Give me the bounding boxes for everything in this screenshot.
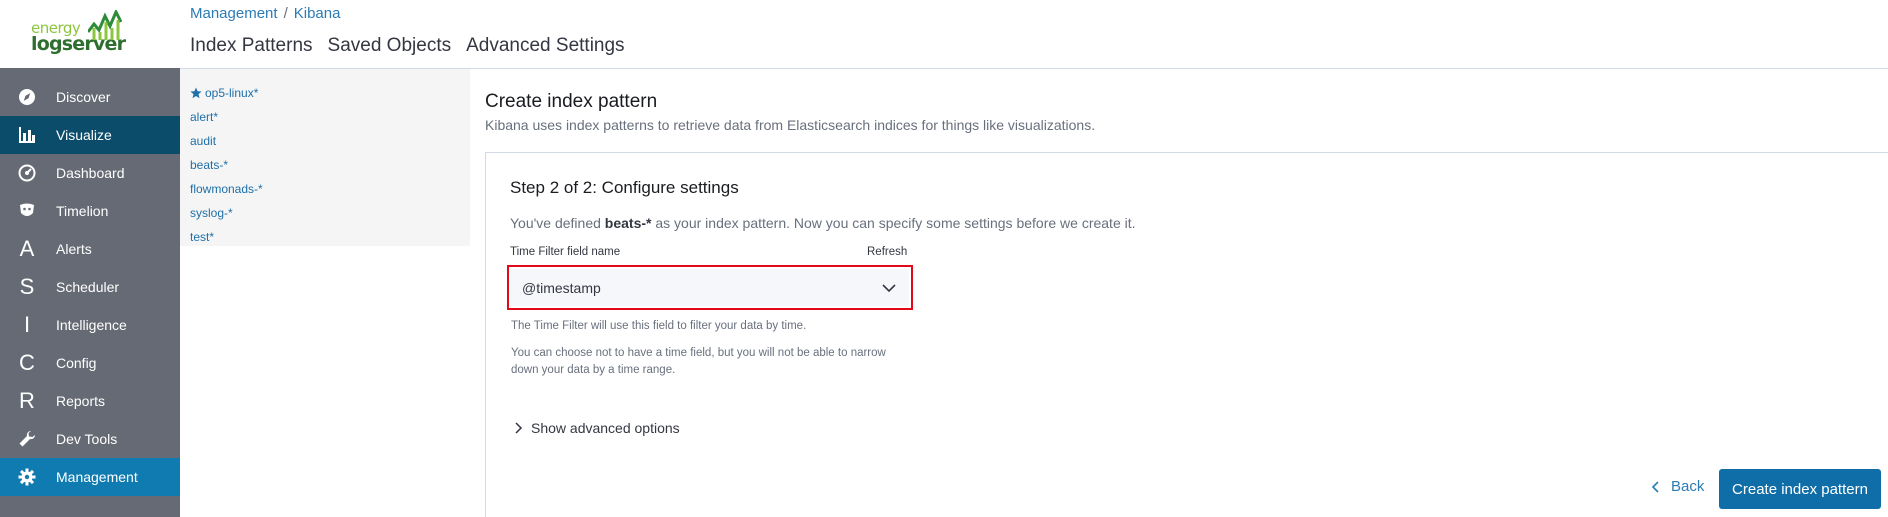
page-subtitle: Kibana uses index patterns to retrieve d…	[485, 117, 1096, 133]
sidebar-item-label: Discover	[56, 89, 111, 105]
back-button[interactable]: Back	[1649, 478, 1704, 495]
chevron-down-icon	[882, 284, 896, 293]
sidebar: energy logserver Discover Visualize Dash…	[0, 0, 180, 517]
step-description-suffix: as your index pattern. Now you can speci…	[651, 215, 1136, 231]
chevron-right-icon	[515, 422, 523, 434]
sidebar-item-label: Visualize	[56, 127, 112, 143]
index-pattern-label: alert*	[190, 110, 219, 124]
index-pattern-label: op5-linux*	[205, 86, 259, 100]
step-description-pattern: beats-*	[604, 215, 652, 231]
index-pattern-label: syslog-*	[190, 206, 233, 220]
config-letter-icon: C	[19, 350, 35, 375]
sidebar-item-label: Management	[56, 469, 138, 485]
sidebar-item-scheduler[interactable]: S Scheduler	[0, 268, 180, 306]
breadcrumb-kibana-link[interactable]: Kibana	[294, 5, 341, 22]
reports-letter-icon: R	[19, 388, 35, 413]
sidebar-item-label: Config	[56, 355, 97, 371]
sidebar-nav: Discover Visualize Dashboard Timelion A …	[0, 78, 180, 496]
index-pattern-item-test[interactable]: test*	[180, 225, 470, 249]
bar-chart-icon	[16, 124, 38, 146]
sidebar-item-intelligence[interactable]: I Intelligence	[0, 306, 180, 344]
sidebar-item-label: Timelion	[56, 203, 109, 219]
index-pattern-label: beats-*	[190, 158, 229, 172]
page-title: Create index pattern	[485, 91, 658, 112]
index-pattern-label: flowmonads-*	[190, 182, 263, 196]
index-pattern-item-audit[interactable]: audit	[180, 129, 470, 153]
refresh-link[interactable]: Refresh	[867, 246, 907, 258]
wrench-icon	[16, 428, 38, 450]
chevron-left-icon	[1651, 480, 1659, 493]
index-pattern-item-flowmonads[interactable]: flowmonads-*	[180, 177, 470, 201]
breadcrumb: Management / Kibana	[190, 5, 340, 22]
sidebar-item-dashboard[interactable]: Dashboard	[0, 154, 180, 192]
tab-advanced-settings[interactable]: Advanced Settings	[466, 35, 624, 57]
sidebar-item-config[interactable]: C Config	[0, 344, 180, 382]
timelion-icon	[16, 200, 38, 222]
index-pattern-list: op5-linux* alert* audit beats-* flowmona…	[180, 69, 470, 246]
step-title: Step 2 of 2: Configure settings	[510, 178, 739, 197]
back-button-label: Back	[1671, 478, 1705, 495]
sidebar-item-label: Alerts	[56, 241, 92, 257]
index-pattern-label: audit	[190, 134, 217, 148]
time-filter-field-label: Time Filter field name	[510, 246, 621, 258]
sidebar-item-discover[interactable]: Discover	[0, 78, 180, 116]
time-field-select-value: @timestamp	[522, 279, 601, 296]
create-index-pattern-button[interactable]: Create index pattern	[1719, 469, 1881, 509]
sidebar-item-timelion[interactable]: Timelion	[0, 192, 180, 230]
sidebar-item-label: Intelligence	[56, 317, 127, 333]
alerts-letter-icon: A	[19, 236, 35, 261]
tab-index-patterns[interactable]: Index Patterns	[190, 35, 313, 57]
intelligence-letter-icon: I	[23, 312, 31, 337]
breadcrumb-management-link[interactable]: Management	[190, 5, 278, 22]
time-field-highlight: @timestamp	[507, 265, 913, 310]
index-pattern-item-beats[interactable]: beats-*	[180, 153, 470, 177]
compass-icon	[16, 86, 38, 108]
star-icon	[190, 87, 202, 99]
configure-settings-panel	[485, 152, 1888, 517]
sidebar-item-reports[interactable]: R Reports	[0, 382, 180, 420]
sidebar-item-management[interactable]: Management	[0, 458, 180, 496]
time-filter-help-text: The Time Filter will use this field to f…	[511, 320, 807, 332]
sidebar-item-visualize[interactable]: Visualize	[0, 116, 180, 154]
sidebar-item-label: Dashboard	[56, 165, 125, 181]
time-field-select[interactable]: @timestamp	[511, 269, 909, 306]
sidebar-item-label: Scheduler	[56, 279, 120, 295]
tab-saved-objects[interactable]: Saved Objects	[328, 35, 452, 57]
sidebar-item-label: Dev Tools	[56, 431, 118, 447]
step-description-prefix: You've defined	[510, 215, 605, 231]
index-pattern-item-op5-linux[interactable]: op5-linux*	[180, 81, 470, 105]
management-tabs: Index Patterns Saved Objects Advanced Se…	[190, 35, 625, 57]
index-pattern-item-alert[interactable]: alert*	[180, 105, 470, 129]
no-time-field-help-text: You can choose not to have a time field,…	[511, 347, 886, 376]
index-pattern-label: test*	[190, 230, 215, 244]
sidebar-item-label: Reports	[56, 393, 106, 409]
show-advanced-options-toggle[interactable]: Show advanced options	[512, 420, 680, 436]
sidebar-item-alerts[interactable]: A Alerts	[0, 230, 180, 268]
scheduler-letter-icon: S	[19, 274, 35, 299]
dashboard-icon	[16, 162, 38, 184]
breadcrumb-separator: /	[283, 5, 288, 22]
sidebar-item-dev-tools[interactable]: Dev Tools	[0, 420, 180, 458]
index-pattern-item-syslog[interactable]: syslog-*	[180, 201, 470, 225]
logo-bars-icon	[88, 10, 122, 40]
show-advanced-options-label: Show advanced options	[531, 420, 680, 436]
gear-icon	[16, 466, 38, 488]
logo[interactable]: energy logserver	[0, 0, 180, 68]
step-description: You've defined beats-* as your index pat…	[510, 215, 1136, 231]
